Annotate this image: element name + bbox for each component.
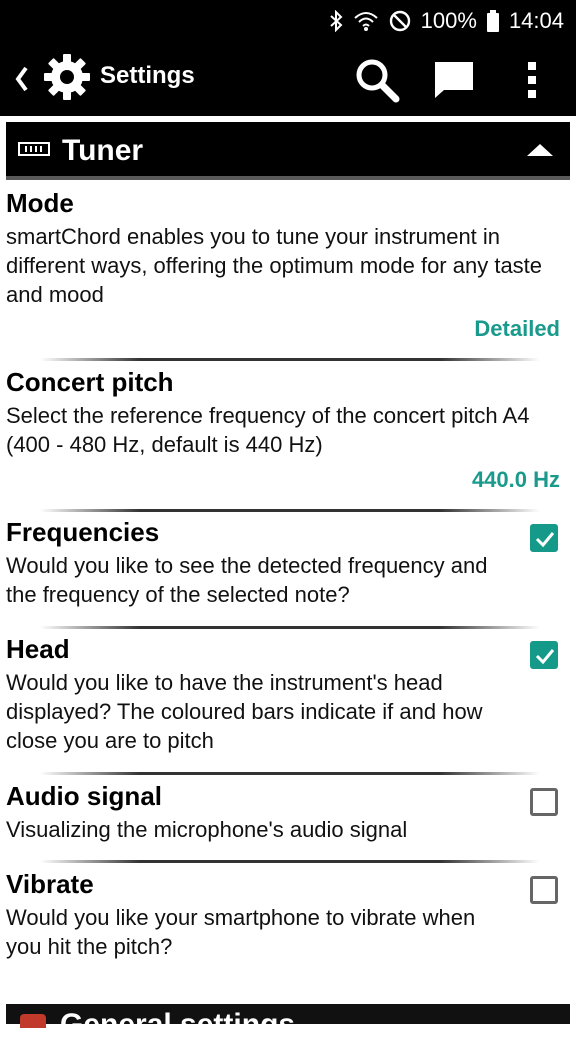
setting-concert-pitch[interactable]: Concert pitch Select the reference frequ…	[6, 367, 570, 497]
chat-icon[interactable]	[432, 58, 476, 102]
setting-audio-signal[interactable]: Audio signal Visualizing the microphone'…	[6, 781, 570, 851]
battery-icon	[486, 10, 499, 32]
divider	[40, 358, 540, 361]
frequencies-checkbox[interactable]	[530, 524, 558, 552]
divider	[40, 860, 540, 863]
section-title: General settings	[60, 1008, 296, 1041]
setting-title: Head	[6, 634, 70, 664]
setting-vibrate[interactable]: Vibrate Would you like your smartphone t…	[6, 869, 570, 969]
section-title: Tuner	[62, 134, 144, 167]
setting-mode[interactable]: Mode smartChord enables you to tune your…	[6, 188, 570, 348]
audio-signal-checkbox[interactable]	[530, 788, 558, 816]
setting-value: 440.0 Hz	[471, 467, 560, 492]
setting-title: Mode	[6, 188, 74, 218]
setting-head[interactable]: Head Would you like to have the instrume…	[6, 634, 570, 764]
setting-frequencies[interactable]: Frequencies Would you like to see the de…	[6, 517, 570, 617]
do-not-disturb-icon	[389, 10, 411, 32]
wifi-icon	[353, 10, 379, 32]
setting-title: Frequencies	[6, 517, 160, 547]
search-icon[interactable]	[352, 55, 402, 105]
divider	[40, 626, 540, 629]
setting-description: smartChord enables you to tune your inst…	[6, 224, 543, 307]
status-bar: 100% 14:04	[0, 0, 576, 42]
setting-description: Visualizing the microphone's audio signa…	[6, 817, 408, 842]
triangle-up-icon[interactable]	[526, 142, 554, 158]
tuner-icon	[18, 142, 50, 156]
app-title: Settings	[100, 62, 195, 89]
clock: 14:04	[508, 8, 564, 33]
setting-description: Select the reference frequency of the co…	[6, 403, 530, 457]
bluetooth-icon	[329, 10, 343, 32]
head-checkbox[interactable]	[530, 641, 558, 669]
vibrate-checkbox[interactable]	[530, 876, 558, 904]
setting-value: Detailed	[474, 316, 560, 341]
back-chevron-icon[interactable]	[12, 62, 32, 96]
setting-description: Would you like to see the detected frequ…	[6, 553, 488, 607]
setting-title: Vibrate	[6, 869, 94, 899]
more-vert-icon[interactable]	[518, 58, 546, 102]
section-header-next[interactable]: General settings	[6, 1004, 570, 1040]
setting-title: Audio signal	[6, 781, 162, 811]
divider	[40, 772, 540, 775]
gear-icon[interactable]	[42, 52, 92, 102]
setting-description: Would you like to have the instrument's …	[6, 670, 483, 753]
setting-title: Concert pitch	[6, 367, 174, 397]
divider	[40, 509, 540, 512]
setting-description: Would you like your smartphone to vibrat…	[6, 905, 476, 959]
red-section-icon	[20, 1014, 46, 1028]
app-bar: Settings	[0, 42, 576, 116]
battery-percent: 100%	[420, 8, 477, 33]
section-header-tuner[interactable]: Tuner	[6, 122, 570, 180]
